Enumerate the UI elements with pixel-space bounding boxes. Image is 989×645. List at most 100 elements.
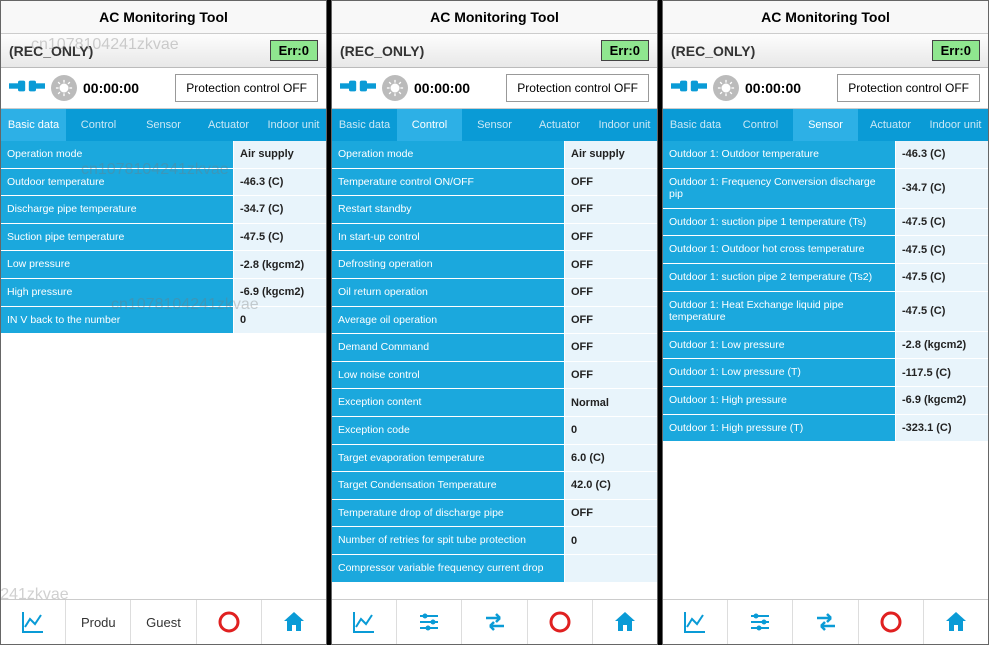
row-value: OFF — [565, 196, 657, 223]
nav-chart[interactable] — [1, 600, 66, 644]
nav-home[interactable] — [262, 600, 326, 644]
nav-home[interactable] — [593, 600, 657, 644]
nav-guest[interactable]: Guest — [131, 600, 196, 644]
status-bar: (REC_ONLY) Err:0 — [663, 34, 988, 68]
tab-control[interactable]: Control — [397, 109, 462, 141]
row-label: Outdoor temperature — [1, 169, 234, 196]
row-label: In start-up control — [332, 224, 565, 251]
row-label: Oil return operation — [332, 279, 565, 306]
tab-actuator[interactable]: Actuator — [196, 109, 261, 141]
tab-indoor-unit[interactable]: Indoor unit — [923, 109, 988, 141]
table-row: Operation modeAir supply — [332, 141, 657, 169]
row-value: -34.7 (C) — [896, 169, 988, 208]
timer: 00:00:00 — [414, 80, 470, 96]
tab-control[interactable]: Control — [66, 109, 131, 141]
row-label: Demand Command — [332, 334, 565, 361]
table-row: Outdoor 1: High pressure-6.9 (kgcm2) — [663, 387, 988, 415]
tab-sensor[interactable]: Sensor — [462, 109, 527, 141]
tab-actuator[interactable]: Actuator — [858, 109, 923, 141]
row-value: 6.0 (C) — [565, 445, 657, 472]
table-row: Low pressure-2.8 (kgcm2) — [1, 251, 326, 279]
nav-home[interactable] — [924, 600, 988, 644]
row-value: Air supply — [234, 141, 326, 168]
tab-indoor-unit[interactable]: Indoor unit — [261, 109, 326, 141]
light-icon[interactable] — [713, 75, 739, 101]
tab-sensor[interactable]: Sensor — [793, 109, 858, 141]
nav-record[interactable] — [528, 600, 593, 644]
row-label: Temperature drop of discharge pipe — [332, 500, 565, 527]
control-bar: 00:00:00Protection control OFF — [663, 68, 988, 109]
nav-swap[interactable] — [462, 600, 527, 644]
row-label: Discharge pipe temperature — [1, 196, 234, 223]
app-title: AC Monitoring Tool — [1, 1, 326, 34]
connection-icon[interactable] — [340, 77, 376, 100]
tab-basic-data[interactable]: Basic data — [332, 109, 397, 141]
table-row: Operation modeAir supply — [1, 141, 326, 169]
row-value: OFF — [565, 500, 657, 527]
row-value: OFF — [565, 334, 657, 361]
row-value: -117.5 (C) — [896, 359, 988, 386]
tab-bar: Basic dataControlSensorActuatorIndoor un… — [1, 109, 326, 141]
row-value: 0 — [565, 527, 657, 554]
table-row: Temperature control ON/OFFOFF — [332, 169, 657, 197]
row-value: -6.9 (kgcm2) — [234, 279, 326, 306]
error-badge[interactable]: Err:0 — [601, 40, 649, 61]
row-value: Normal — [565, 389, 657, 416]
nav-sliders[interactable] — [397, 600, 462, 644]
nav-record[interactable] — [197, 600, 262, 644]
row-label: Exception content — [332, 389, 565, 416]
row-value: -46.3 (C) — [896, 141, 988, 168]
table-row: Exception code0 — [332, 417, 657, 445]
error-badge[interactable]: Err:0 — [932, 40, 980, 61]
row-label: Operation mode — [332, 141, 565, 168]
table-row: Discharge pipe temperature-34.7 (C) — [1, 196, 326, 224]
control-bar: 00:00:00 Protection control OFF — [332, 68, 657, 109]
connection-icon[interactable] — [9, 77, 45, 100]
connection-icon[interactable] — [671, 77, 707, 100]
tab-control[interactable]: Control — [728, 109, 793, 141]
row-label: Defrosting operation — [332, 251, 565, 278]
tab-basic-data[interactable]: Basic data — [663, 109, 728, 141]
nav-swap[interactable] — [793, 600, 858, 644]
error-badge[interactable]: Err:0 — [270, 40, 318, 61]
tab-sensor[interactable]: Sensor — [131, 109, 196, 141]
row-value: OFF — [565, 224, 657, 251]
row-label: Number of retries for spit tube protecti… — [332, 527, 565, 554]
nav-record[interactable] — [859, 600, 924, 644]
rec-status: (REC_ONLY) — [671, 43, 755, 59]
row-label: Exception code — [332, 417, 565, 444]
table-row: Outdoor 1: suction pipe 2 temperature (T… — [663, 264, 988, 292]
protection-toggle-button[interactable]: Protection control OFF — [837, 74, 980, 102]
row-value: OFF — [565, 169, 657, 196]
tab-basic-data[interactable]: Basic data — [1, 109, 66, 141]
data-table[interactable]: Operation modeAir supplyTemperature cont… — [332, 141, 657, 599]
tab-actuator[interactable]: Actuator — [527, 109, 592, 141]
rec-status: (REC_ONLY) — [9, 43, 93, 59]
timer: 00:00:00 — [83, 80, 139, 96]
tab-indoor-unit[interactable]: Indoor unit — [592, 109, 657, 141]
tab-bar: Basic dataControlSensorActuatorIndoor un… — [332, 109, 657, 141]
table-row: Outdoor 1: Low pressure-2.8 (kgcm2) — [663, 332, 988, 360]
data-table[interactable]: Operation modeAir supplyOutdoor temperat… — [1, 141, 326, 599]
table-row: Average oil operationOFF — [332, 307, 657, 335]
nav-sliders[interactable] — [728, 600, 793, 644]
nav-product[interactable]: Produ — [66, 600, 131, 644]
nav-chart[interactable] — [332, 600, 397, 644]
light-icon[interactable] — [382, 75, 408, 101]
row-value: -46.3 (C) — [234, 169, 326, 196]
row-value: Air supply — [565, 141, 657, 168]
table-row: Compressor variable frequency current dr… — [332, 555, 657, 583]
row-label: Target Condensation Temperature — [332, 472, 565, 499]
protection-toggle-button[interactable]: Protection control OFF — [506, 74, 649, 102]
row-value: -47.5 (C) — [896, 209, 988, 236]
table-row: Defrosting operationOFF — [332, 251, 657, 279]
table-row: Outdoor 1: Outdoor hot cross temperature… — [663, 236, 988, 264]
data-table[interactable]: Outdoor 1: Outdoor temperature-46.3 (C)O… — [663, 141, 988, 599]
nav-chart[interactable] — [663, 600, 728, 644]
row-value: OFF — [565, 251, 657, 278]
table-row: Outdoor 1: suction pipe 1 temperature (T… — [663, 209, 988, 237]
light-icon[interactable] — [51, 75, 77, 101]
protection-toggle-button[interactable]: Protection control OFF — [175, 74, 318, 102]
row-label: High pressure — [1, 279, 234, 306]
row-label: Restart standby — [332, 196, 565, 223]
